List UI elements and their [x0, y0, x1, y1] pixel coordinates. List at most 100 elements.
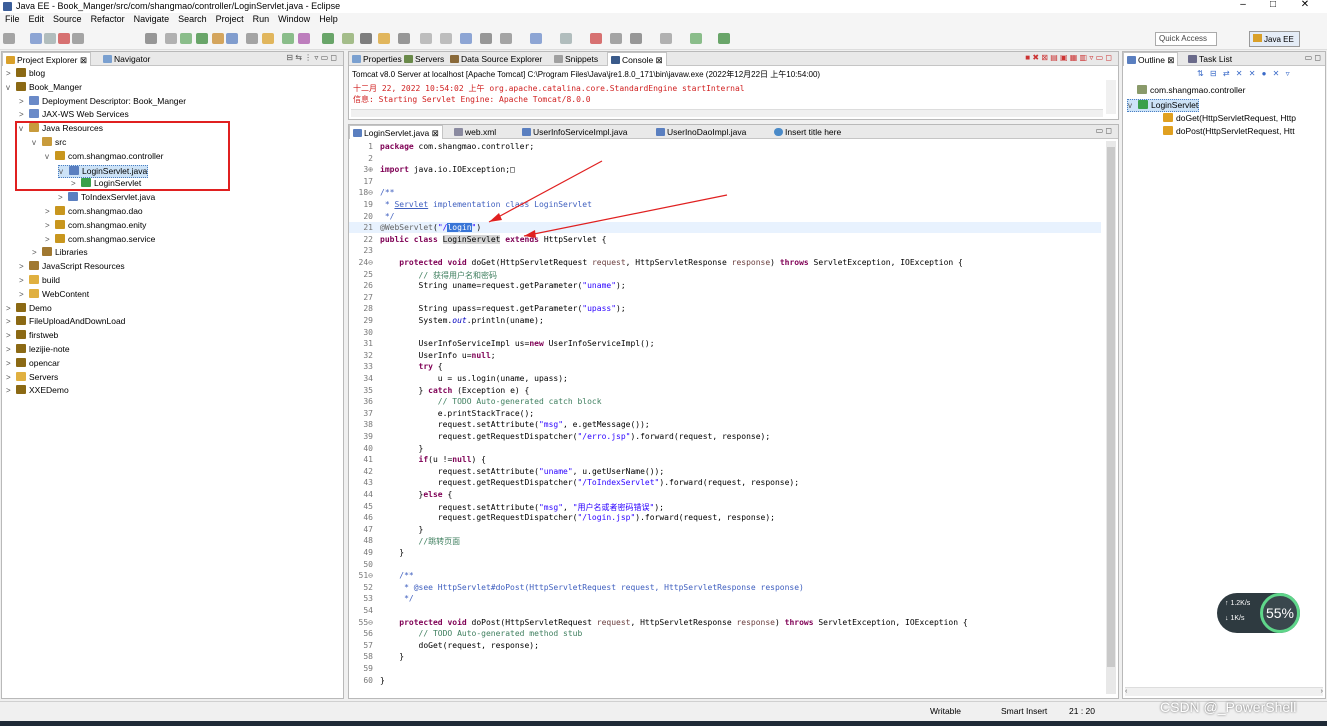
- tab-project-explorer[interactable]: Project Explorer ⊠: [2, 52, 91, 66]
- quick-access-input[interactable]: Quick Access: [1155, 32, 1217, 46]
- toolbar-icon[interactable]: [360, 33, 372, 44]
- tree-item[interactable]: > Deployment Descriptor: Book_Manger: [19, 95, 186, 109]
- toolbar-icon[interactable]: [440, 33, 452, 44]
- toolbar-icon[interactable]: [226, 33, 238, 44]
- expand-toggle-icon[interactable]: >: [19, 97, 29, 106]
- toolbar-icon[interactable]: [44, 33, 56, 44]
- tree-item[interactable]: v Book_Manger: [6, 81, 82, 95]
- expand-toggle-icon[interactable]: >: [32, 248, 42, 257]
- tree-item[interactable]: > com.shangmao.dao: [45, 206, 143, 219]
- tree-item[interactable]: > Libraries: [32, 247, 88, 260]
- expand-toggle-icon[interactable]: >: [19, 276, 29, 285]
- toolbar-icon[interactable]: [342, 33, 354, 44]
- menu-run[interactable]: Run: [253, 14, 270, 24]
- toolbar-icon[interactable]: [246, 33, 258, 44]
- menu-source[interactable]: Source: [53, 14, 82, 24]
- toolbar-icon[interactable]: [322, 33, 334, 44]
- expand-toggle-icon[interactable]: >: [58, 193, 68, 202]
- toolbar-icon[interactable]: [690, 33, 702, 44]
- close-button[interactable]: ✕: [1290, 0, 1320, 10]
- maximize-button[interactable]: □: [1258, 0, 1288, 10]
- tree-item[interactable]: > XXEDemo: [6, 385, 69, 398]
- toolbar-icon[interactable]: [262, 33, 274, 44]
- expand-toggle-icon[interactable]: >: [6, 304, 16, 313]
- toolbar-icon[interactable]: [590, 33, 602, 44]
- menu-navigate[interactable]: Navigate: [134, 14, 170, 24]
- tree-item[interactable]: > Demo: [6, 302, 52, 316]
- menu-project[interactable]: Project: [216, 14, 244, 24]
- menu-file[interactable]: File: [5, 14, 20, 24]
- toolbar-icon[interactable]: [530, 33, 542, 44]
- tab-navigator[interactable]: Navigator: [100, 52, 153, 66]
- tree-item[interactable]: > build: [19, 275, 60, 288]
- view-menu-icon[interactable]: ⊟ ⇆ ⋮ ▿ ▭ ◻: [286, 53, 337, 62]
- expand-toggle-icon[interactable]: >: [6, 69, 16, 78]
- toolbar-icon[interactable]: [58, 33, 70, 44]
- tab-properties[interactable]: Properties: [349, 52, 405, 66]
- tree-item[interactable]: > blog: [6, 68, 45, 81]
- menu-window[interactable]: Window: [278, 14, 310, 24]
- toolbar-icon[interactable]: [718, 33, 730, 44]
- toolbar-icon[interactable]: [630, 33, 642, 44]
- toolbar-icon[interactable]: [165, 33, 177, 44]
- tree-item[interactable]: > WebContent: [19, 288, 89, 302]
- toolbar-icon[interactable]: [145, 33, 157, 44]
- menu-help[interactable]: Help: [319, 14, 338, 24]
- toolbar-icon[interactable]: [398, 33, 410, 44]
- tab-console[interactable]: Console ⊠: [607, 52, 667, 66]
- expand-toggle-icon[interactable]: >: [6, 345, 16, 354]
- tree-item[interactable]: > Servers: [6, 371, 58, 385]
- menu-refactor[interactable]: Refactor: [91, 14, 125, 24]
- toolbar-icon[interactable]: [212, 33, 224, 44]
- tree-item[interactable]: > com.shangmao.enity: [45, 219, 146, 233]
- tab-task-list[interactable]: Task List: [1185, 52, 1235, 66]
- toolbar-icon[interactable]: [660, 33, 672, 44]
- tab-servers[interactable]: Servers: [401, 52, 447, 66]
- console-vscrollbar[interactable]: [1106, 80, 1116, 114]
- expand-toggle-icon[interactable]: >: [45, 221, 55, 230]
- toolbar-icon[interactable]: [3, 33, 15, 44]
- expand-toggle-icon[interactable]: >: [6, 317, 16, 326]
- toolbar-icon[interactable]: [560, 33, 572, 44]
- menu-search[interactable]: Search: [178, 14, 207, 24]
- expand-toggle-icon[interactable]: >: [6, 386, 16, 395]
- toolbar-icon[interactable]: [610, 33, 622, 44]
- console-toolbar-icons[interactable]: ■ ✖ ⊠ ▤ ▣ ▦ ▥ ▿ ▭ ◻: [1025, 53, 1112, 62]
- tree-item[interactable]: > lezijie-note: [6, 344, 70, 357]
- expand-toggle-icon[interactable]: >: [19, 262, 29, 271]
- tab-snippets[interactable]: Snippets: [551, 52, 601, 66]
- expand-toggle-icon[interactable]: >: [19, 290, 29, 299]
- toolbar-icon[interactable]: [196, 33, 208, 44]
- tree-item[interactable]: > ToIndexServlet.java: [58, 192, 155, 205]
- expand-toggle-icon[interactable]: >: [19, 110, 29, 119]
- toolbar-icon[interactable]: [72, 33, 84, 44]
- tree-item[interactable]: > opencar: [6, 357, 60, 371]
- console-hscrollbar[interactable]: [351, 109, 1103, 117]
- minimize-button[interactable]: –: [1228, 0, 1258, 10]
- outline-min-max-icons[interactable]: ▭ ◻: [1305, 53, 1321, 62]
- tree-item[interactable]: > firstweb: [6, 330, 58, 343]
- toolbar-icon[interactable]: [180, 33, 192, 44]
- toolbar-icon[interactable]: [282, 33, 294, 44]
- outline-item[interactable]: com.shangmao.controller: [1127, 85, 1245, 98]
- expand-toggle-icon[interactable]: v: [1128, 101, 1138, 110]
- outline-item[interactable]: doPost(HttpServletRequest, Htt: [1153, 126, 1295, 139]
- outline-hscrollbar[interactable]: ‹ ›: [1125, 687, 1323, 696]
- outline-item[interactable]: v LoginServlet: [1127, 98, 1200, 112]
- expand-toggle-icon[interactable]: >: [6, 331, 16, 340]
- expand-toggle-icon[interactable]: v: [6, 83, 16, 92]
- tab-data-source-explorer[interactable]: Data Source Explorer: [447, 52, 545, 66]
- expand-toggle-icon[interactable]: >: [45, 207, 55, 216]
- toolbar-icon[interactable]: [460, 33, 472, 44]
- toolbar-icon[interactable]: [298, 33, 310, 44]
- toolbar-icon[interactable]: [378, 33, 390, 44]
- expand-toggle-icon[interactable]: >: [45, 235, 55, 244]
- toolbar-icon[interactable]: [480, 33, 492, 44]
- toolbar-icon[interactable]: [500, 33, 512, 44]
- toolbar-icon[interactable]: [30, 33, 42, 44]
- tree-item[interactable]: > FileUploadAndDownLoad: [6, 316, 125, 329]
- expand-toggle-icon[interactable]: >: [6, 359, 16, 368]
- tree-item[interactable]: > JavaScript Resources: [19, 261, 125, 274]
- tab-outline[interactable]: Outline ⊠: [1123, 52, 1179, 66]
- menu-edit[interactable]: Edit: [29, 14, 45, 24]
